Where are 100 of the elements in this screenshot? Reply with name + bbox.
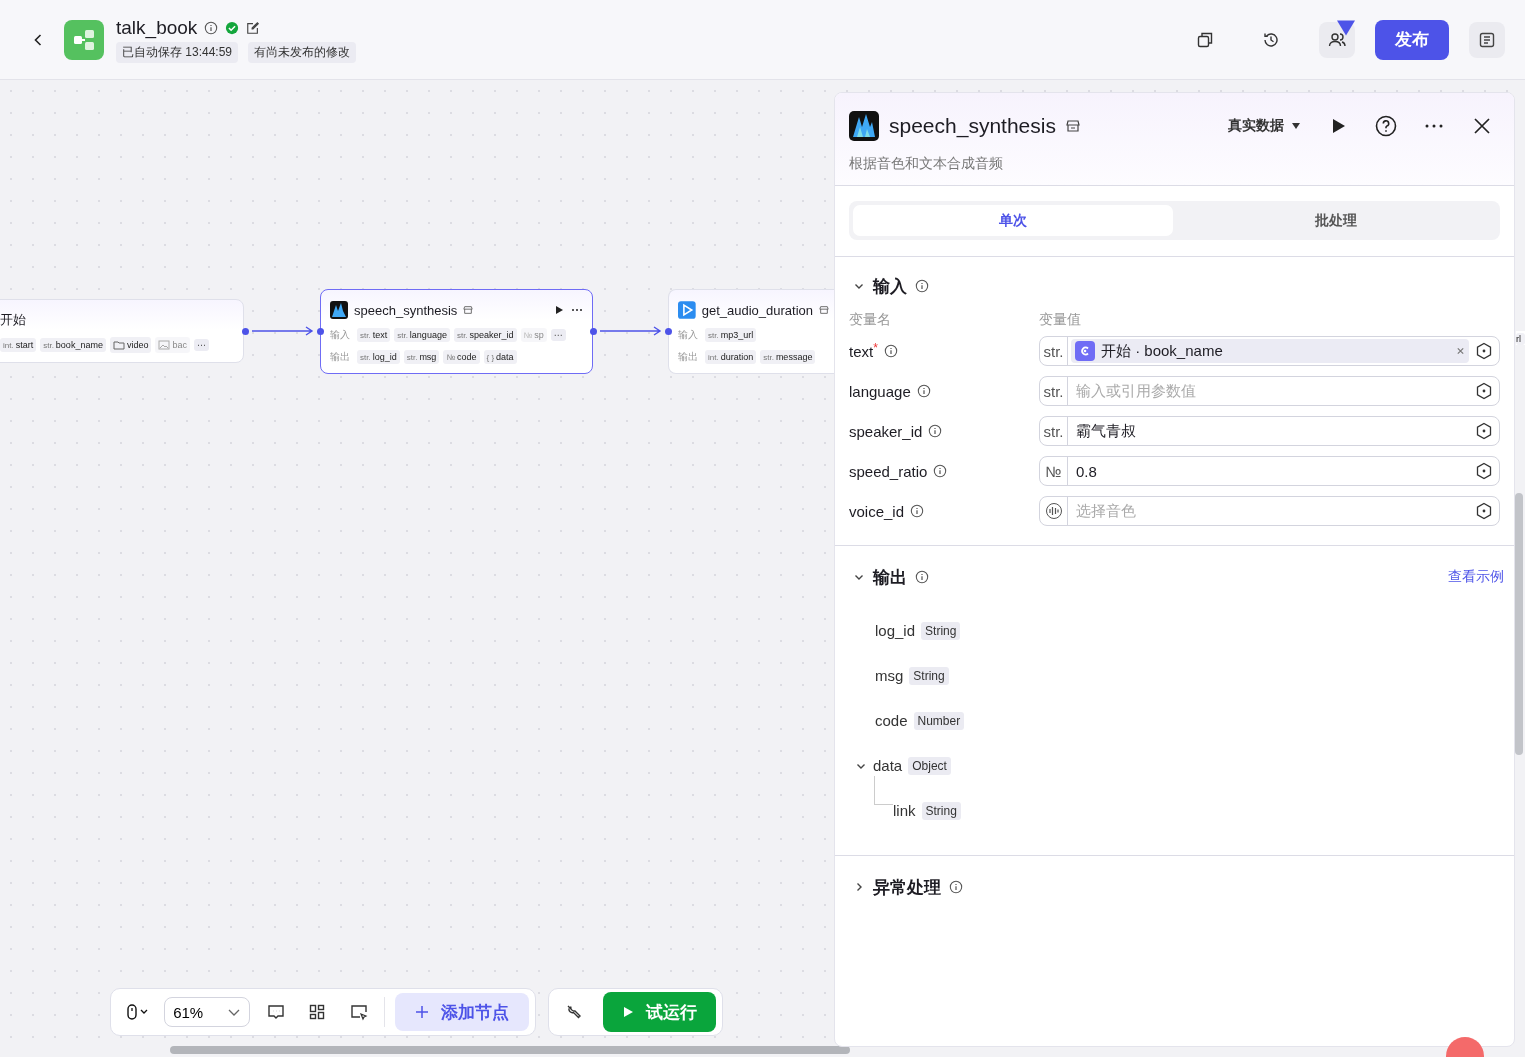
variable-tag: № sp [520,328,547,342]
plus-icon [415,1005,430,1019]
output-type: String [921,801,961,820]
workflow-node[interactable]: 开始 int. start str. book_name video bac ⋯ [0,299,244,363]
output-name: log_id [875,622,916,639]
node-title: 开始 [0,311,26,329]
info-icon [915,279,929,293]
help-icon[interactable] [1374,114,1398,138]
store-icon [1065,119,1080,133]
output-type: String [921,621,961,640]
data-mode-dropdown[interactable]: 真实数据 [1228,117,1302,135]
output-type: String [909,666,949,685]
connector-arrow [600,326,662,336]
info-icon [916,384,931,398]
required-mark: * [873,340,878,355]
node-title: speech_synthesis [354,302,458,318]
output-name: code [875,712,908,729]
info-icon [949,880,963,894]
row-label: 输入 [330,328,350,342]
peaks-icon [849,111,879,141]
param-name: speaker_id [849,422,923,440]
column-header: 变量名 [849,311,892,329]
edit-icon[interactable] [246,20,261,35]
play-icon[interactable] [553,304,565,316]
variable-picker-icon[interactable] [1475,422,1493,440]
variable-picker-icon[interactable] [1475,502,1493,520]
variable-tag: str. speaker_id [453,328,517,342]
input-field[interactable]: str. 输入或引用参数值 [1039,376,1500,406]
type-label: str. [1040,417,1068,445]
unpublished-status: 有尚未发布的修改 [248,41,357,63]
port-dot[interactable] [317,328,324,335]
type-label: № [1040,457,1068,485]
variable-tag: str. message [760,350,816,364]
collaborators-icon[interactable] [1319,21,1355,58]
output-type: Object [908,756,951,775]
store-icon [463,304,474,316]
variable-tag: rl [1516,333,1525,345]
app-logo-icon [64,19,104,60]
reference-chip: 开始 · book_name [1071,339,1469,363]
row-label: 输出 [678,350,698,364]
port-dot[interactable] [665,328,672,335]
column-header: 变量值 [1039,311,1082,329]
type-label: str. [1040,377,1068,405]
tab[interactable]: 批处理 [1176,205,1496,236]
tree-line [874,776,893,805]
info-icon [928,424,943,438]
play-icon [678,301,696,319]
variable-tag: str. book_name [40,338,106,352]
info-icon [910,504,925,518]
param-name: voice_id [849,502,905,520]
input-field[interactable]: str. 霸气青叔 [1039,416,1500,446]
variable-picker-icon[interactable] [1475,462,1493,480]
variable-tag: № code [443,350,480,364]
voice-icon [1044,502,1063,520]
peaks-icon [330,301,348,319]
section-title: 输入 [873,275,907,298]
folder-icon [112,339,125,351]
panel-icon[interactable] [1469,21,1505,58]
reference-icon [1075,341,1095,361]
variable-tag: int. duration [705,350,757,364]
row-label: 输出 [330,350,350,364]
more-button[interactable]: ⋯ [550,329,566,341]
autosave-status: 已自动保存 13:44:59 [116,41,239,63]
info-icon [915,570,929,584]
section-title: 异常处理 [873,876,941,899]
variable-tag: int. start [0,338,37,352]
info-icon [933,464,948,478]
output-name: link [893,802,916,819]
variable-tag: { } data [483,350,517,364]
variable-tag: str. log_id [357,350,400,364]
info-icon [883,344,898,358]
type-label: str. [1040,337,1068,365]
variable-tag: str. language [394,328,450,342]
variable-tag: video [109,337,152,353]
add-node-button[interactable]: 添加节点 [395,993,529,1031]
workflow-node[interactable]: speech_synthesis 输入 str. text str. language str. speaker_id № sp ⋯ 输出 str. log_id str. msg № code { } data [320,289,593,374]
view-example-link[interactable]: 查看示例 [1448,568,1504,586]
tab[interactable]: 单次 [853,205,1173,236]
variable-tag: str. text [357,328,391,342]
variable-picker-icon[interactable] [1475,342,1493,360]
clear-icon[interactable] [1456,345,1465,357]
store-icon [819,304,829,316]
port-dot[interactable] [242,328,249,335]
input-field[interactable]: № 0.8 [1039,456,1500,486]
variable-tag: bac [155,337,190,353]
play-icon [622,1006,635,1018]
horizontal-scrollbar[interactable] [170,1046,850,1054]
more-button[interactable]: ⋯ [193,339,209,351]
variable-tag: str. msg [403,350,440,364]
section-title: 输出 [873,566,907,589]
app-title: talk_book [116,16,198,39]
param-name: speed_ratio [849,462,928,480]
vertical-scrollbar[interactable] [1515,493,1523,755]
port-dot[interactable] [590,328,597,335]
param-name: text [849,342,874,360]
zoom-select[interactable]: 61% [164,997,251,1027]
variable-picker-icon[interactable] [1475,382,1493,400]
input-field[interactable]: str. 开始 · book_name [1039,336,1500,366]
connector-arrow [252,326,314,336]
publish-button[interactable]: 发布 [1375,19,1449,60]
